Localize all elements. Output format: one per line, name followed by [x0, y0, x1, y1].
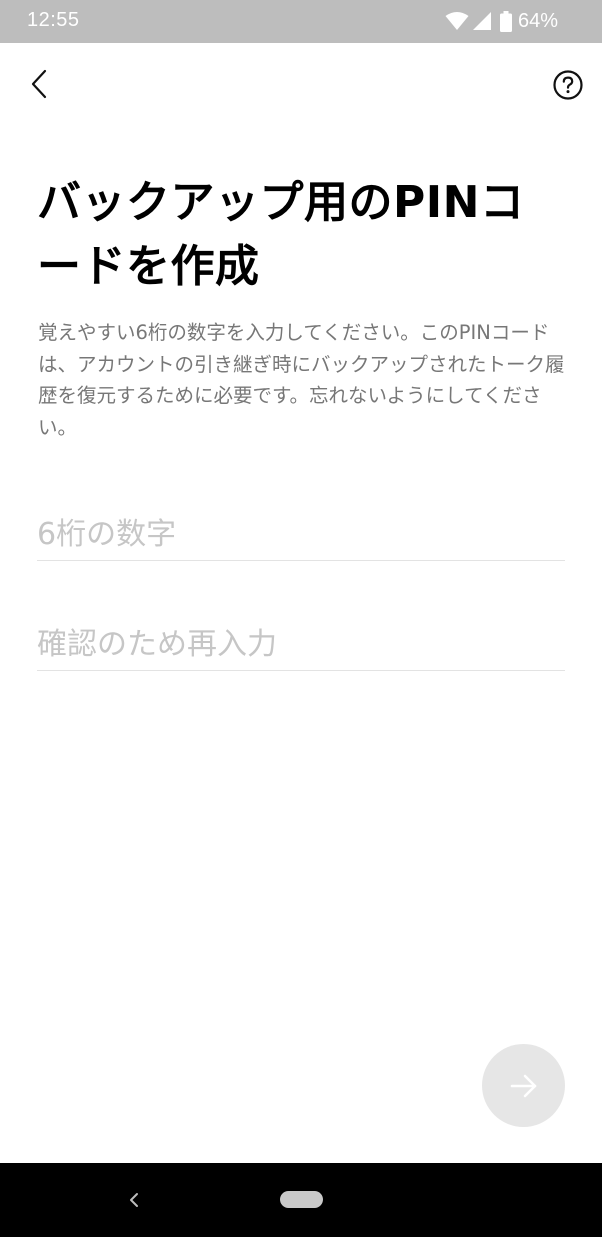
battery-icon [499, 10, 512, 32]
battery-percentage: 64% [517, 9, 558, 32]
status-icons: 64% [445, 9, 558, 33]
system-nav-bar [0, 1163, 602, 1237]
chevron-left-icon [31, 69, 47, 99]
cell-signal-icon [472, 11, 492, 31]
pin-confirm-input[interactable] [37, 618, 565, 671]
page-title: バックアップ用のPINコードを作成 [37, 177, 525, 292]
back-button[interactable] [24, 66, 58, 102]
next-button[interactable] [482, 1044, 565, 1127]
nav-home-pill[interactable] [280, 1191, 323, 1208]
help-button[interactable] [552, 69, 584, 101]
nav-back-button[interactable] [124, 1187, 144, 1213]
pin-setup-screen: 12:55 64% バックアップ用のPINコードを作成 覚えやすい6桁の数字を入… [0, 0, 602, 1237]
question-circle-icon [553, 70, 583, 100]
status-time: 12:55 [27, 9, 80, 31]
wifi-icon [445, 11, 469, 31]
description-text: 覚えやすい6桁の数字を入力してください。このPINコードは、アカウントの引き継ぎ… [38, 321, 565, 439]
pin-input[interactable] [37, 508, 565, 561]
nav-back-icon [130, 1193, 138, 1207]
arrow-right-icon [510, 1074, 536, 1097]
status-bar: 12:55 64% [0, 0, 602, 43]
